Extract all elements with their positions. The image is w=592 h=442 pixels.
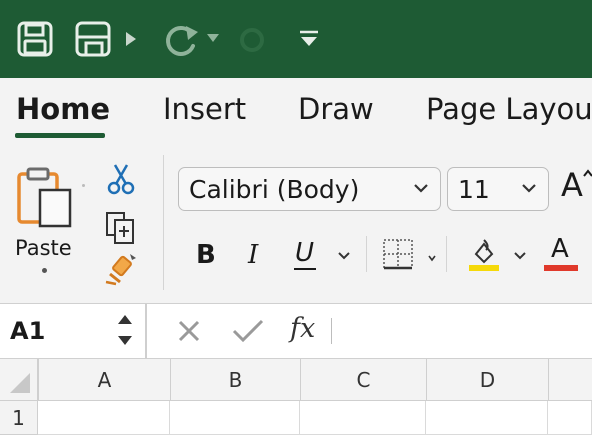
cancel-icon[interactable]: [176, 318, 202, 344]
group-separator: [163, 155, 164, 290]
cut-icon[interactable]: [106, 162, 136, 196]
paste-options-dot[interactable]: [42, 268, 47, 273]
formula-input-divider: [331, 318, 332, 344]
cell-e1[interactable]: [548, 401, 592, 435]
column-header-d[interactable]: D: [426, 359, 548, 401]
separator-dot: [82, 184, 85, 187]
paste-icon: [17, 167, 72, 228]
insert-function-button[interactable]: fx: [290, 313, 315, 344]
enter-checkmark-icon[interactable]: [231, 318, 265, 344]
paste-label: Paste: [15, 236, 72, 260]
borders-dropdown-icon[interactable]: [427, 252, 437, 264]
borders-icon[interactable]: [382, 238, 414, 270]
chevron-down-icon: [522, 184, 536, 193]
grow-font-caret-icon: [583, 169, 592, 177]
column-header-c[interactable]: C: [300, 359, 426, 401]
tab-insert[interactable]: Insert: [163, 92, 246, 126]
underline-dropdown-icon[interactable]: [336, 249, 352, 263]
redo-icon[interactable]: [162, 20, 202, 58]
font-color-letter: A: [551, 234, 569, 264]
tab-home[interactable]: Home: [16, 92, 110, 126]
copy-icon[interactable]: [104, 210, 136, 246]
font-size-value: 11: [458, 174, 490, 204]
format-painter-icon[interactable]: [102, 252, 138, 288]
grow-font-label: A: [561, 166, 583, 204]
column-header-e[interactable]: [548, 359, 592, 401]
save-as-icon[interactable]: [74, 20, 112, 58]
active-tab-indicator: [15, 133, 105, 138]
save-dropdown-arrow-icon[interactable]: [124, 30, 138, 48]
grow-font-button[interactable]: A: [560, 166, 592, 206]
redo-dropdown-icon[interactable]: [206, 32, 220, 44]
select-all-triangle-icon: [10, 373, 30, 393]
select-all-button[interactable]: [0, 359, 38, 401]
name-box[interactable]: A1: [10, 317, 45, 345]
grid-row-2: [0, 435, 592, 442]
name-box-spin-icon[interactable]: [116, 312, 134, 348]
cell-d1[interactable]: [426, 401, 548, 435]
sync-icon: [236, 24, 268, 56]
cell-a1[interactable]: [38, 401, 170, 435]
font-size-dropdown[interactable]: 11: [447, 167, 549, 211]
column-header-b[interactable]: B: [170, 359, 300, 401]
cell-c1[interactable]: [300, 401, 426, 435]
column-header-a[interactable]: A: [38, 359, 170, 401]
cell-b1[interactable]: [170, 401, 300, 435]
underline-button[interactable]: U: [295, 238, 314, 268]
toolbar-divider: [446, 236, 447, 272]
save-icon[interactable]: [16, 20, 54, 58]
tab-page-layout[interactable]: Page Layout: [426, 92, 592, 126]
customize-toolbar-icon[interactable]: [296, 26, 322, 52]
font-color-swatch: [544, 265, 578, 271]
font-name-value: Calibri (Body): [189, 174, 360, 204]
fill-color-icon[interactable]: [466, 236, 502, 274]
italic-button[interactable]: I: [248, 240, 258, 270]
chevron-down-icon: [414, 184, 428, 193]
name-box-separator: [145, 303, 147, 359]
tab-draw[interactable]: Draw: [298, 92, 374, 126]
underline-bar: [294, 268, 316, 270]
bold-button[interactable]: B: [196, 240, 216, 270]
font-color-button[interactable]: A: [542, 234, 580, 274]
row-header-1[interactable]: 1: [0, 401, 38, 435]
toolbar-divider: [366, 236, 367, 272]
ribbon-home: [0, 140, 592, 303]
formula-input[interactable]: [333, 306, 592, 356]
fill-color-dropdown-icon[interactable]: [512, 249, 528, 263]
font-name-dropdown[interactable]: Calibri (Body): [178, 167, 441, 211]
